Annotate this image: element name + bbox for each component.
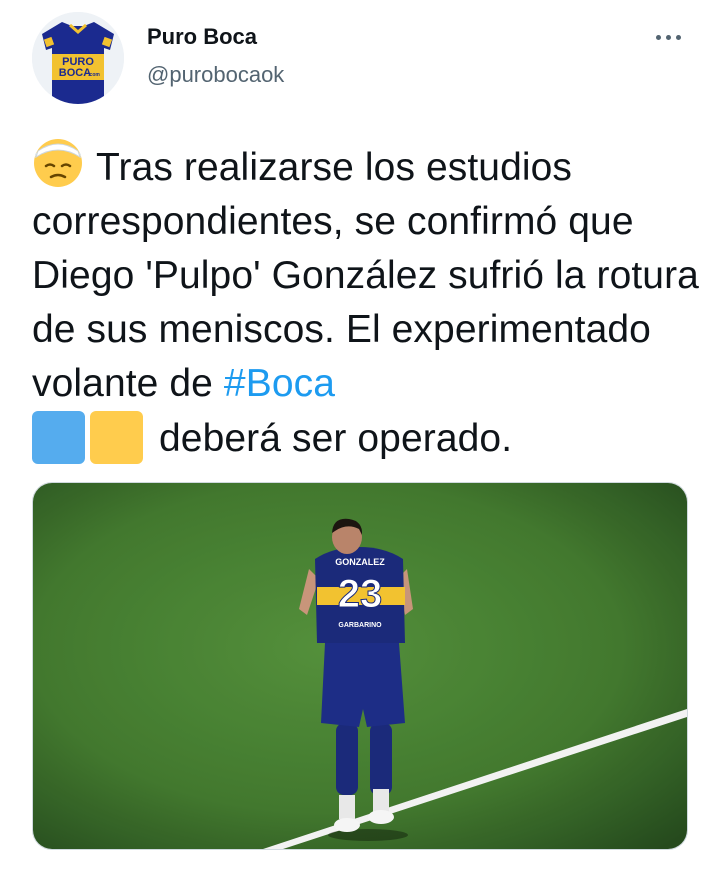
more-dot: [675, 34, 681, 40]
more-horizontal-icon: [655, 34, 661, 40]
tweet-text-part2: deberá ser operado.: [159, 417, 513, 460]
hashtag-link[interactable]: #Boca: [224, 362, 335, 405]
tweet-media-photo[interactable]: GONZALEZ 23 GARBARINO: [32, 482, 688, 850]
author-name[interactable]: Puro Boca: [147, 24, 257, 50]
face-with-head-bandage-emoji: [34, 139, 82, 187]
tweet-text: Tras realizarse los estudios correspondi…: [32, 137, 702, 466]
yellow-square-emoji: [90, 411, 143, 464]
jersey-sponsor: GARBARINO: [338, 622, 382, 629]
player-photo: GONZALEZ 23 GARBARINO: [33, 483, 687, 849]
more-dot: [665, 34, 671, 40]
tweet-text-part1: Tras realizarse los estudios correspondi…: [32, 146, 699, 405]
author-avatar[interactable]: PURO BOCA .com: [32, 12, 124, 104]
blue-square-emoji: [32, 411, 85, 464]
avatar-jersey-image: PURO BOCA .com: [32, 12, 124, 104]
author-handle[interactable]: @purobocaok: [147, 62, 284, 88]
jersey-name: GONZALEZ: [335, 557, 385, 567]
avatar-text-2: BOCA: [59, 67, 91, 79]
jersey-number: 23: [338, 572, 383, 616]
more-options-button[interactable]: [648, 22, 688, 52]
tweet: PURO BOCA .com Puro Boca @purobocaok Tra…: [0, 0, 719, 870]
avatar-text-3: .com: [88, 72, 100, 78]
